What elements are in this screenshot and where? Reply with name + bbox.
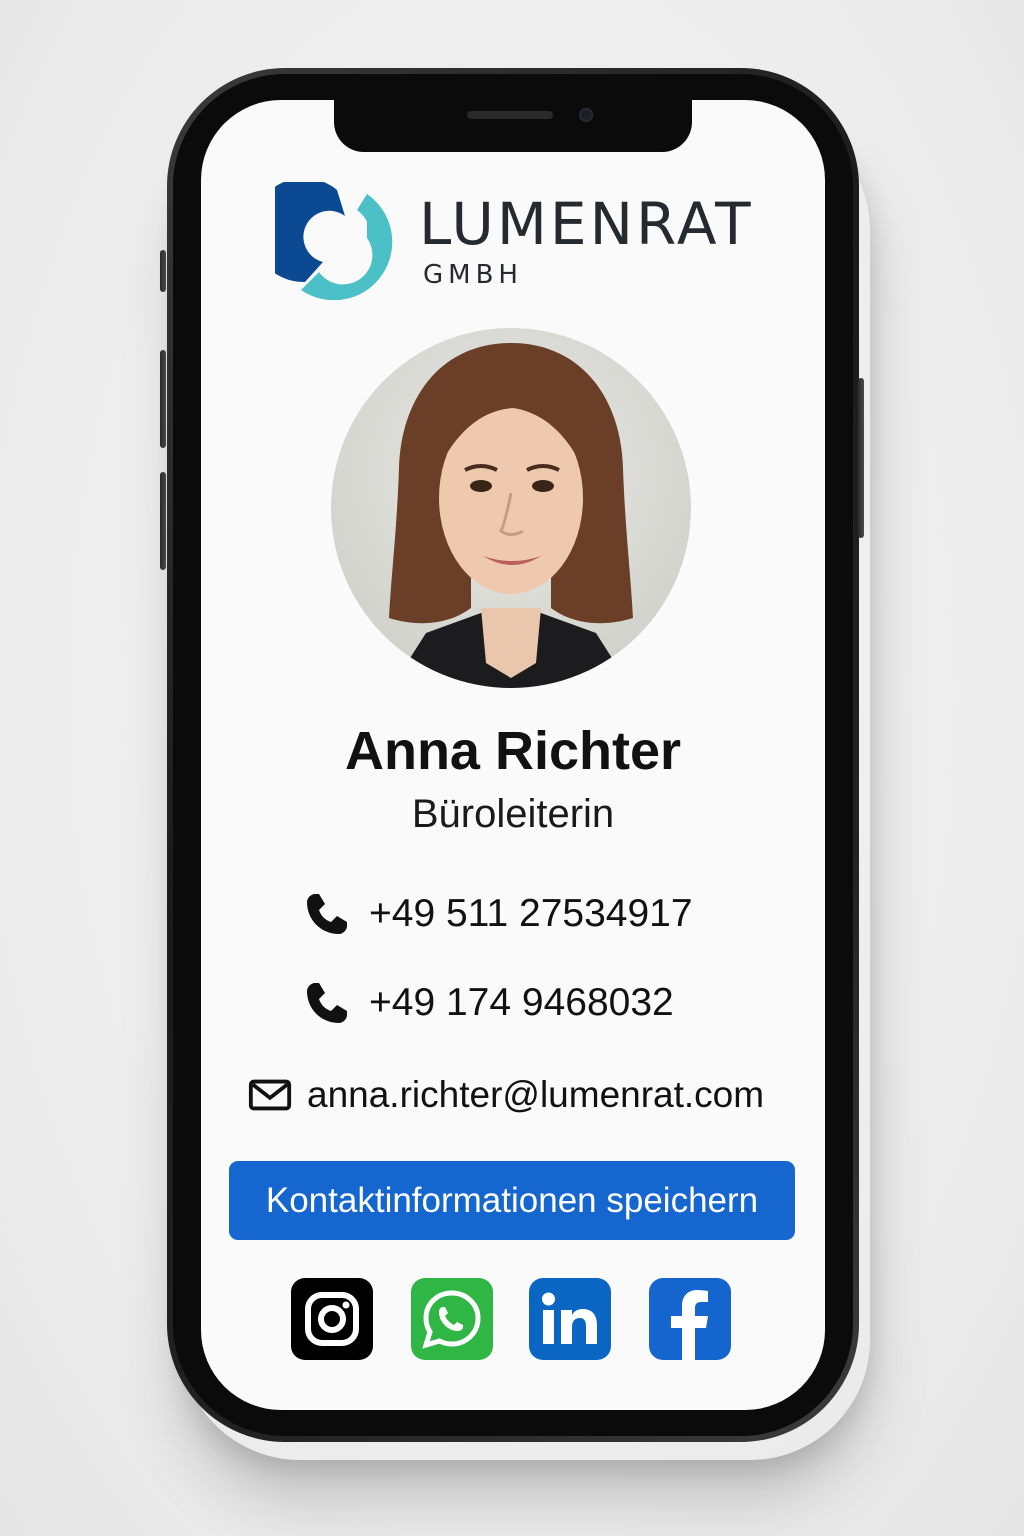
phone-number-mobile[interactable]: +49 174 9468032: [369, 981, 674, 1025]
notch: [334, 100, 692, 152]
phone-screen: LUMENRAT GMBH Anna Richter Büroleiterin …: [201, 100, 825, 1410]
company-name: LUMENRAT: [419, 190, 754, 258]
contact-phone-mobile[interactable]: +49 174 9468032: [303, 979, 674, 1027]
background: LUMENRAT GMBH Anna Richter Büroleiterin …: [0, 0, 1024, 1536]
whatsapp-icon[interactable]: [411, 1278, 493, 1360]
save-contact-button[interactable]: Kontaktinformationen speichern: [229, 1161, 795, 1240]
front-camera: [579, 108, 593, 122]
contact-phone-office[interactable]: +49 511 27534917: [303, 890, 693, 938]
phone-icon: [307, 983, 347, 1023]
company-suffix: GMBH: [423, 260, 523, 290]
contact-email[interactable]: anna.richter@lumenrat.com: [247, 1072, 764, 1118]
portrait-photo: [389, 343, 633, 688]
linkedin-icon[interactable]: [529, 1278, 611, 1360]
power-button: [858, 378, 864, 538]
mute-switch: [160, 250, 166, 292]
instagram-icon[interactable]: [291, 1278, 373, 1360]
volume-down-button: [160, 472, 166, 570]
person-name: Anna Richter: [344, 721, 682, 781]
company-logo: LUMENRAT GMBH: [275, 182, 775, 302]
logo-mark-icon: [275, 182, 393, 300]
email-address[interactable]: anna.richter@lumenrat.com: [307, 1074, 764, 1116]
facebook-icon[interactable]: [649, 1278, 731, 1360]
phone-number-office[interactable]: +49 511 27534917: [369, 892, 693, 936]
volume-up-button: [160, 350, 166, 448]
speaker-grille: [467, 111, 553, 119]
mail-icon: [248, 1079, 292, 1111]
avatar: [331, 328, 691, 688]
phone-icon: [307, 894, 347, 934]
person-title: Büroleiterin: [411, 792, 615, 836]
social-links: [291, 1278, 731, 1362]
